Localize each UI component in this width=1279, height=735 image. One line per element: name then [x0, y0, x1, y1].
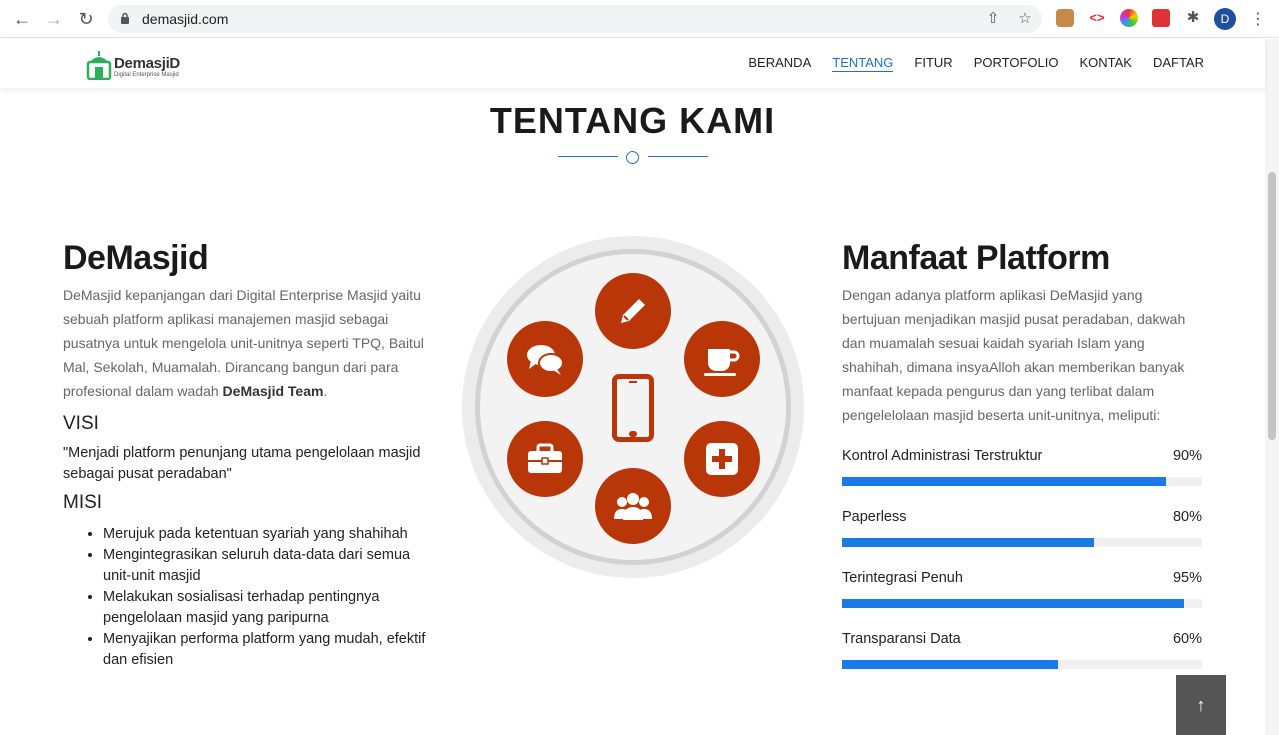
- about-column: DeMasjid DeMasjid kepanjangan dari Digit…: [63, 236, 433, 671]
- list-item: Melakukan sosialisasi terhadap pentingny…: [103, 587, 433, 629]
- profile-avatar[interactable]: D: [1214, 8, 1236, 30]
- progress-track: [842, 599, 1202, 608]
- nav-item-portofolio[interactable]: Portofolio: [974, 55, 1059, 72]
- progress-item: Paperless 80%: [842, 506, 1202, 567]
- title-divider-left: [558, 156, 618, 157]
- about-title: DeMasjid: [63, 239, 209, 277]
- forward-arrow-icon[interactable]: →: [43, 8, 65, 30]
- logo-tagline: Digital Enterprise Masjid: [114, 72, 179, 78]
- reload-icon[interactable]: ↻: [75, 8, 97, 30]
- smartphone-icon: [612, 374, 654, 442]
- back-arrow-icon[interactable]: ←: [11, 8, 33, 30]
- back-to-top-button[interactable]: ↑: [1176, 675, 1226, 735]
- mosque-logo-icon: [86, 51, 112, 80]
- extension-red-icon[interactable]: [1152, 9, 1170, 27]
- progress-percent: 90%: [1172, 448, 1202, 464]
- misi-list: Merujuk pada ketentuan syariah yang shah…: [63, 524, 433, 671]
- extension-color-icon[interactable]: [1120, 9, 1138, 27]
- misi-heading: MISI: [63, 492, 103, 513]
- progress-track: [842, 538, 1202, 547]
- progress-percent: 80%: [1172, 509, 1202, 525]
- benefits-column: Manfaat Platform Dengan adanya platform …: [842, 236, 1202, 427]
- nav-item-fitur[interactable]: Fitur: [914, 55, 952, 72]
- bookmark-star-icon[interactable]: ☆: [1015, 9, 1035, 29]
- team-name: DeMasjid Team: [222, 383, 324, 399]
- logo-name: DemasjiD: [114, 55, 180, 72]
- main-nav: Beranda Tentang Fitur Portofolio Kontak …: [748, 55, 1204, 72]
- progress-item: Transparansi Data 60%: [842, 628, 1202, 689]
- benefit-bars: Kontrol Administrasi Terstruktur 90% Pap…: [842, 445, 1202, 689]
- progress-track: [842, 477, 1202, 486]
- coffee-cup-icon: [684, 321, 760, 397]
- list-item: Menyajikan performa platform yang mudah,…: [103, 629, 433, 671]
- progress-label: Paperless: [842, 509, 907, 525]
- title-divider-right: [648, 156, 708, 157]
- extension-code-icon[interactable]: <>: [1088, 9, 1106, 27]
- progress-fill: [842, 538, 1094, 547]
- extensions-puzzle-icon[interactable]: ✱: [1184, 9, 1202, 27]
- progress-fill: [842, 599, 1184, 608]
- progress-item: Terintegrasi Penuh 95%: [842, 567, 1202, 628]
- visi-text: "Menjadi platform penunjang utama pengel…: [63, 445, 421, 482]
- chat-bubbles-icon: [507, 321, 583, 397]
- extension-avatar-icon[interactable]: [1056, 9, 1074, 27]
- progress-percent: 95%: [1172, 570, 1202, 586]
- progress-fill: [842, 477, 1166, 486]
- progress-fill: [842, 660, 1058, 669]
- users-group-icon: [595, 468, 671, 544]
- share-icon[interactable]: ⇧: [983, 9, 1003, 29]
- menu-kebab-icon[interactable]: ⋮: [1250, 9, 1266, 29]
- nav-item-daftar[interactable]: Daftar: [1153, 55, 1204, 72]
- site-header: DemasjiD Digital Enterprise Masjid Beran…: [0, 39, 1265, 88]
- browser-toolbar: ← → ↻ demasjid.com ⇧ ☆ <> ✱ D ⋮: [0, 0, 1279, 38]
- progress-label: Transparansi Data: [842, 631, 961, 647]
- progress-percent: 60%: [1172, 631, 1202, 647]
- nav-item-tentang[interactable]: Tentang: [832, 55, 894, 72]
- list-item: Mengintegrasikan seluruh data-data dari …: [103, 545, 433, 587]
- nav-item-beranda[interactable]: Beranda: [748, 55, 811, 72]
- about-description: DeMasjid kepanjangan dari Digital Enterp…: [63, 287, 424, 399]
- scrollbar-thumb[interactable]: [1268, 172, 1276, 440]
- progress-label: Kontrol Administrasi Terstruktur: [842, 448, 1043, 464]
- lock-icon: [121, 12, 129, 24]
- url-text: demasjid.com: [142, 11, 229, 27]
- medical-plus-icon: [684, 421, 760, 497]
- address-bar[interactable]: demasjid.com ⇧ ☆: [108, 5, 1042, 33]
- benefits-title: Manfaat Platform: [842, 239, 1110, 277]
- progress-item: Kontrol Administrasi Terstruktur 90%: [842, 445, 1202, 506]
- site-logo[interactable]: DemasjiD Digital Enterprise Masjid: [86, 45, 196, 83]
- section-title: TENTANG KAMI: [489, 100, 776, 141]
- pencil-icon: [595, 273, 671, 349]
- benefits-description: Dengan adanya platform aplikasi DeMasjid…: [842, 287, 1186, 423]
- list-item: Merujuk pada ketentuan syariah yang shah…: [103, 524, 433, 545]
- title-divider-dot: [626, 151, 639, 164]
- progress-label: Terintegrasi Penuh: [842, 570, 963, 586]
- nav-item-kontak[interactable]: Kontak: [1079, 55, 1132, 72]
- progress-track: [842, 660, 1202, 669]
- visi-heading: VISI: [63, 413, 99, 434]
- briefcase-icon: [507, 421, 583, 497]
